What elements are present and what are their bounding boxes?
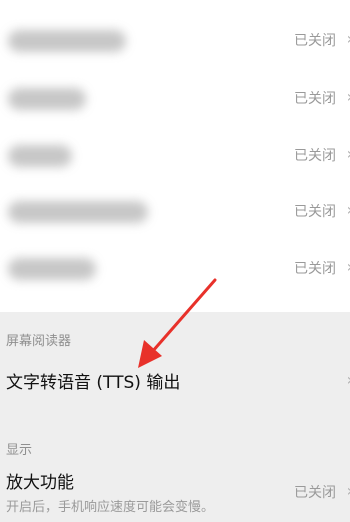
status-text: 已关闭 (294, 91, 336, 107)
chevron-right-icon: › (347, 200, 350, 219)
chevron-right-icon: › (347, 144, 350, 163)
chevron-right-icon: › (347, 257, 350, 276)
chevron-right-icon: › (347, 87, 350, 106)
settings-row[interactable]: 已关闭 › (0, 70, 350, 126)
magnification-item[interactable]: 放大功能 开启后，手机响应速度可能会变慢。 已关闭 › (0, 458, 350, 522)
status-text: 已关闭 (294, 204, 336, 220)
status-text: 已关闭 (294, 485, 336, 501)
chevron-right-icon: › (347, 481, 350, 500)
blurred-label (8, 258, 96, 280)
section-header-display: 显示 (6, 443, 33, 458)
settings-row[interactable]: 已关闭 › (0, 240, 350, 296)
blurred-label (8, 201, 148, 223)
chevron-right-icon: › (347, 29, 350, 48)
blurred-label (8, 88, 86, 110)
tts-label: 文字转语音 (TTS) 输出 (6, 373, 181, 393)
tts-output-item[interactable]: 文字转语音 (TTS) 输出 › (0, 356, 350, 406)
status-text: 已关闭 (294, 261, 336, 277)
status-text: 已关闭 (294, 33, 336, 49)
status-text: 已关闭 (294, 148, 336, 164)
blurred-label (8, 145, 72, 167)
blurred-label (8, 30, 126, 52)
magnification-label: 放大功能 (6, 473, 74, 493)
section-header-screen-reader: 屏幕阅读器 (6, 334, 72, 349)
settings-row[interactable]: 已关闭 › (0, 12, 350, 68)
settings-row[interactable]: 已关闭 › (0, 183, 350, 239)
magnification-subtitle: 开启后，手机响应速度可能会变慢。 (6, 500, 215, 515)
chevron-right-icon: › (347, 370, 350, 389)
settings-card: 已关闭 › 已关闭 › 已关闭 › 已关闭 › 已关闭 › (0, 0, 350, 312)
settings-row[interactable]: 已关闭 › (0, 127, 350, 183)
